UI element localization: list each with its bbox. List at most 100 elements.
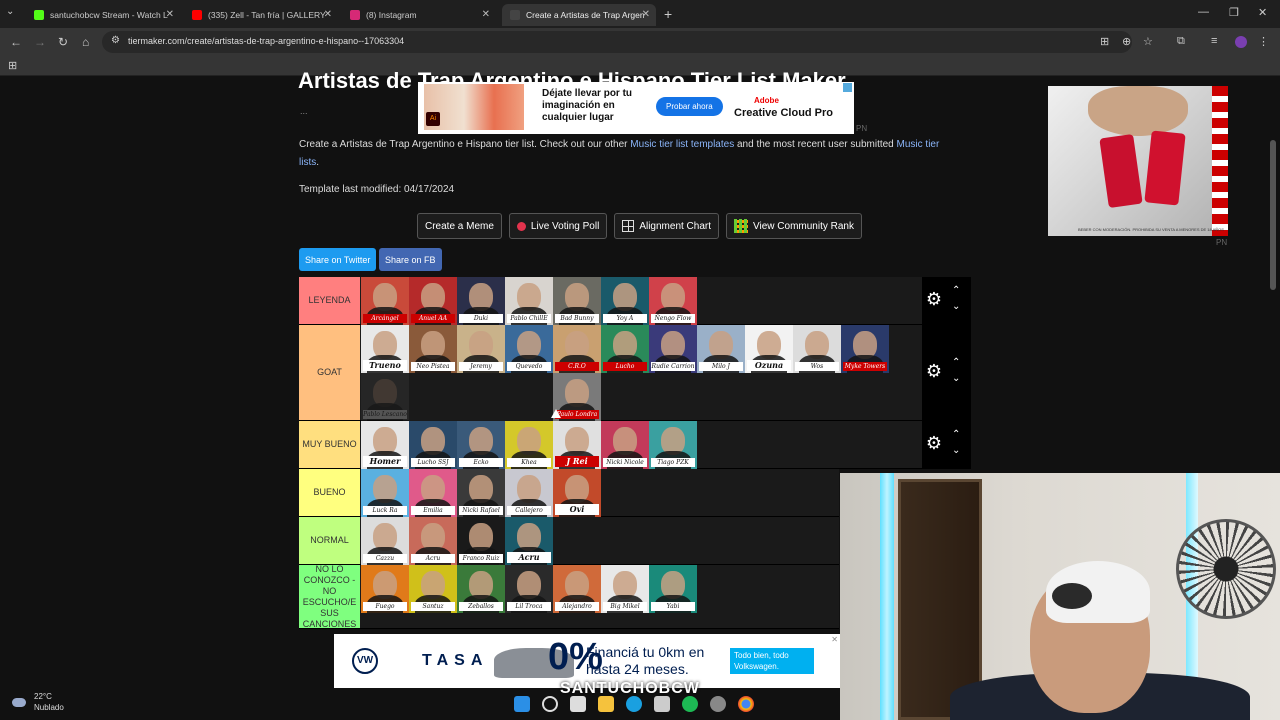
windows-start-icon[interactable]: [514, 696, 530, 712]
move-down-chevron-icon[interactable]: ⌄: [952, 373, 960, 384]
artist-tile[interactable]: Yoy A: [601, 277, 649, 325]
artist-tile[interactable]: Tiago PZK: [649, 421, 697, 469]
community-rank-button[interactable]: View Community Rank: [726, 213, 862, 239]
close-window-button[interactable]: ✕: [1258, 6, 1267, 19]
file-explorer-icon[interactable]: [598, 696, 614, 712]
artist-tile[interactable]: Cazzu: [361, 517, 409, 565]
chrome-icon[interactable]: [738, 696, 754, 712]
share-fb-button[interactable]: Share on FB: [379, 248, 442, 271]
artist-tile[interactable]: Trueno: [361, 325, 409, 373]
live-voting-poll-button[interactable]: Live Voting Poll: [508, 213, 608, 239]
artist-tile[interactable]: Big Mikel: [601, 565, 649, 613]
browser-tab[interactable]: santuchobcw Stream - Watch L ✕: [26, 4, 180, 26]
ad-cta-button[interactable]: Probar ahora: [656, 97, 723, 116]
artist-tile[interactable]: Luck Ra: [361, 469, 409, 517]
search-icon[interactable]: [542, 696, 558, 712]
tab-close-icon[interactable]: ✕: [482, 9, 490, 20]
tier-label[interactable]: GOAT: [299, 325, 360, 420]
artist-tile[interactable]: Bad Bunny: [553, 277, 601, 325]
artist-tile[interactable]: Myke Towers: [841, 325, 889, 373]
task-view-icon[interactable]: [570, 696, 586, 712]
artist-tile[interactable]: Alejandro: [553, 565, 601, 613]
home-icon[interactable]: ⌂: [82, 35, 89, 49]
artist-tile[interactable]: Ozuna: [745, 325, 793, 373]
artist-tile[interactable]: Lucho SSJ: [409, 421, 457, 469]
artist-tile[interactable]: C.R.O: [553, 325, 601, 373]
adobe-banner-ad[interactable]: Ai Déjate llevar por tu imaginación en c…: [418, 82, 854, 134]
artist-tile[interactable]: Acru: [505, 517, 553, 565]
artist-tile[interactable]: Franco Ruiz: [457, 517, 505, 565]
artist-tile[interactable]: Pablo ChillE: [505, 277, 553, 325]
artist-tile[interactable]: Homer: [361, 421, 409, 469]
artist-tile[interactable]: Ñengo Flow: [649, 277, 697, 325]
artist-tile[interactable]: Milo J: [697, 325, 745, 373]
tier-settings-gear-icon[interactable]: ⚙: [922, 433, 946, 454]
tab-close-icon[interactable]: ✕: [324, 9, 332, 20]
artist-tile[interactable]: Nicki Nicole: [601, 421, 649, 469]
maximize-button[interactable]: ❐: [1229, 6, 1239, 19]
artist-tile[interactable]: Santuz: [409, 565, 457, 613]
artist-tile[interactable]: Duki: [457, 277, 505, 325]
browser-tab[interactable]: (8) Instagram ✕: [342, 4, 496, 26]
page-scrollbar[interactable]: [1270, 140, 1276, 290]
forward-icon[interactable]: →: [34, 35, 46, 49]
bookmark-star-icon[interactable]: ☆: [1143, 35, 1153, 48]
artist-tile[interactable]: Ovi: [553, 469, 601, 517]
move-down-chevron-icon[interactable]: ⌄: [952, 301, 960, 312]
tier-label[interactable]: NORMAL: [299, 517, 360, 564]
zoom-icon[interactable]: ⊕: [1122, 35, 1131, 48]
artist-tile[interactable]: Callejero: [505, 469, 553, 517]
artist-tile[interactable]: J Rei: [553, 421, 601, 469]
back-icon[interactable]: ←: [10, 35, 22, 49]
artist-tile[interactable]: Khea: [505, 421, 553, 469]
artist-tile[interactable]: Ecko: [457, 421, 505, 469]
store-icon[interactable]: [654, 696, 670, 712]
edge-icon[interactable]: [626, 696, 642, 712]
create-meme-button[interactable]: Create a Meme: [417, 213, 502, 239]
tier-settings-gear-icon[interactable]: ⚙: [922, 361, 946, 382]
settings-icon[interactable]: [710, 696, 726, 712]
artist-tile[interactable]: Fuego: [361, 565, 409, 613]
artist-tile[interactable]: Anuel AA: [409, 277, 457, 325]
ad-close-icon[interactable]: ✕: [831, 635, 838, 644]
artist-tile[interactable]: Emilia: [409, 469, 457, 517]
browser-tab[interactable]: (335) Zell - Tan fría | GALLERY S ✕: [184, 4, 338, 26]
share-twitter-button[interactable]: Share on Twitter: [299, 248, 377, 271]
translate-icon[interactable]: ⊞: [1100, 35, 1109, 48]
artist-tile[interactable]: Neo Pistea: [409, 325, 457, 373]
menu-icon[interactable]: ⋮: [1258, 35, 1269, 48]
artist-tile[interactable]: Zeballos: [457, 565, 505, 613]
move-up-chevron-icon[interactable]: ⌃: [952, 429, 960, 440]
artist-tile[interactable]: Quevedo: [505, 325, 553, 373]
reload-icon[interactable]: ↻: [58, 35, 68, 49]
beer-side-ad[interactable]: BEBER CON MODERACIÓN. PROHIBIDA SU VENTA…: [1048, 86, 1228, 236]
artist-tile[interactable]: Lucho: [601, 325, 649, 373]
extensions-icon[interactable]: ⧉: [1177, 35, 1185, 48]
artist-tile[interactable]: Lil Troca: [505, 565, 553, 613]
artist-tile[interactable]: Rudie Carrion: [649, 325, 697, 373]
reading-list-icon[interactable]: ≡: [1211, 35, 1217, 47]
url-text[interactable]: tiermaker.com/create/artistas-de-trap-ar…: [128, 36, 404, 46]
artist-tile[interactable]: Arcángel: [361, 277, 409, 325]
music-templates-link[interactable]: Music tier list templates: [630, 139, 734, 150]
tier-settings-gear-icon[interactable]: ⚙: [922, 289, 946, 310]
artist-tile[interactable]: Pablo Lescano: [361, 373, 409, 421]
profile-avatar[interactable]: [1235, 36, 1247, 48]
tab-search-icon[interactable]: ⌄: [6, 6, 14, 17]
browser-tab[interactable]: Create a Artistas de Trap Argen ✕: [502, 4, 656, 26]
site-info-icon[interactable]: ⚙: [111, 35, 120, 46]
move-up-chevron-icon[interactable]: ⌃: [952, 357, 960, 368]
tab-close-icon[interactable]: ✕: [642, 9, 650, 20]
tab-close-icon[interactable]: ✕: [166, 9, 174, 20]
tier-label[interactable]: LEYENDA: [299, 277, 360, 324]
artist-tile[interactable]: Acru: [409, 517, 457, 565]
ad-close-icon[interactable]: [843, 83, 852, 92]
artist-tile[interactable]: Jeremy: [457, 325, 505, 373]
tier-label[interactable]: BUENO: [299, 469, 360, 516]
move-down-chevron-icon[interactable]: ⌄: [952, 445, 960, 456]
alignment-chart-button[interactable]: Alignment Chart: [614, 213, 720, 239]
tier-label[interactable]: MUY BUENO: [299, 421, 360, 468]
apps-grid-icon[interactable]: ⊞: [8, 59, 17, 72]
spotify-icon[interactable]: [682, 696, 698, 712]
new-tab-button[interactable]: +: [664, 6, 672, 22]
